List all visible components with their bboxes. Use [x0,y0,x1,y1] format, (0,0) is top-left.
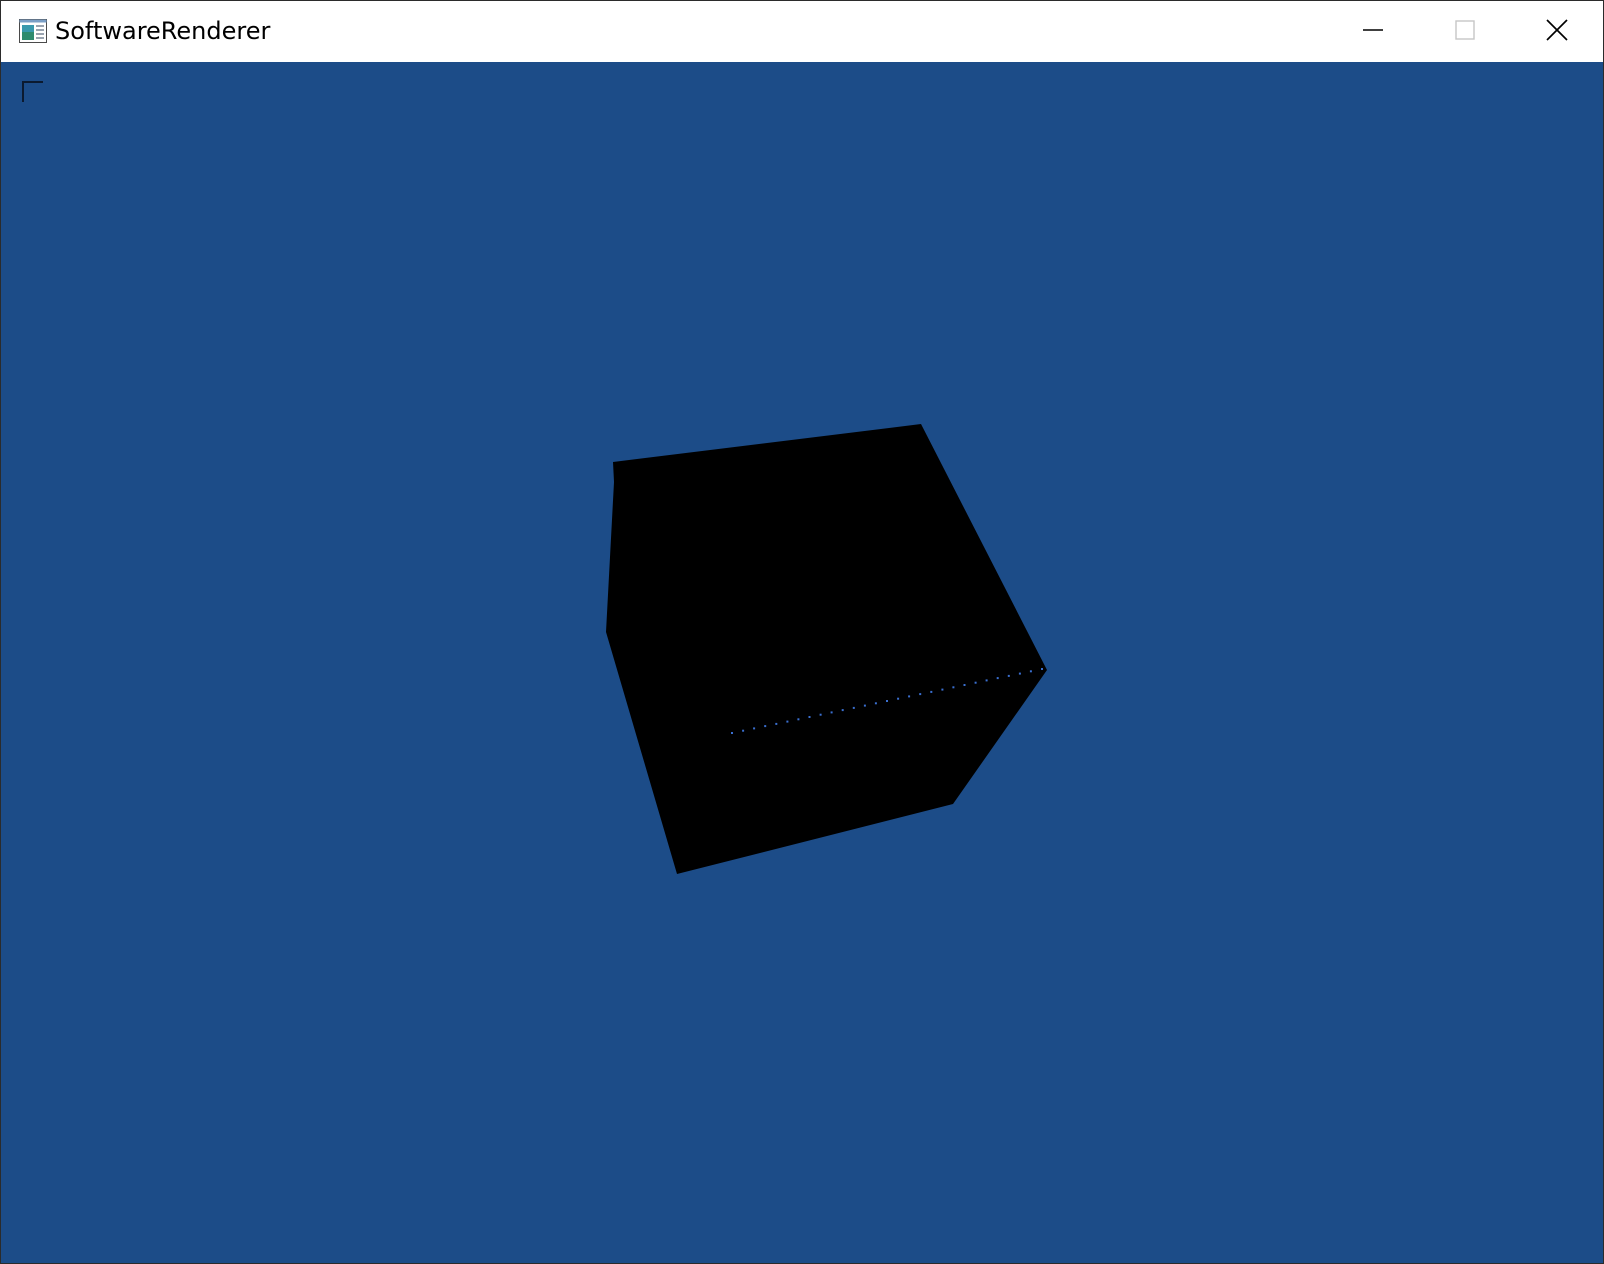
edge-dot [908,695,911,698]
edge-dot [919,693,922,696]
edge-dot [886,700,888,702]
edge-dot [786,720,789,723]
edge-dot [985,679,988,682]
edge-dot [930,690,933,693]
close-icon [1545,18,1569,46]
edge-dot [1029,670,1032,673]
edge-dot [974,681,977,684]
edge-dot [1007,674,1010,677]
edge-dot [808,716,811,718]
edge-dot [996,677,999,680]
edge-dot [852,706,855,709]
close-button[interactable] [1511,1,1603,62]
edge-dot [963,684,966,686]
render-viewport[interactable] [1,62,1603,1263]
app-window: SoftwareRenderer [0,0,1604,1264]
edge-dot [941,688,944,691]
minimize-icon [1362,19,1384,45]
edge-dot [1018,672,1021,675]
edge-dot [775,722,778,725]
edge-dot [731,732,733,734]
app-icon[interactable] [19,19,47,43]
edge-dot [841,709,844,712]
edge-dot [874,702,877,705]
edge-dot [863,704,866,707]
edge-dot [819,713,822,716]
title-bar[interactable]: SoftwareRenderer [1,1,1603,62]
edge-dot [753,727,756,730]
maximize-icon [1454,19,1476,45]
edge-dot [797,718,800,721]
minimize-button[interactable] [1327,1,1419,62]
window-title: SoftwareRenderer [55,17,271,45]
edge-dot [897,697,900,700]
render-canvas [1,62,1603,1263]
maximize-button[interactable] [1419,1,1511,62]
edge-dot [742,729,745,732]
edge-dot [952,686,955,689]
edge-dot [764,725,767,728]
edge-dot [1041,668,1043,670]
edge-dot [830,711,833,714]
